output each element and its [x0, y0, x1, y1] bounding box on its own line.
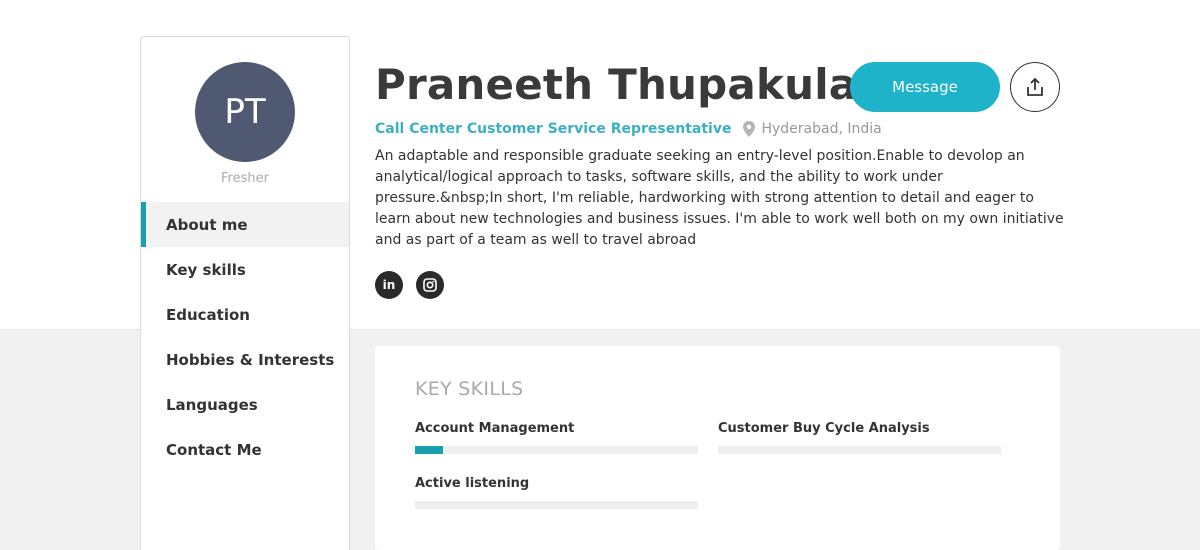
sidebar-item-label: About me — [166, 215, 248, 234]
profile-name: Praneeth Thupakula — [375, 60, 858, 109]
skill-bar — [415, 446, 698, 454]
sidebar-item-key-skills[interactable]: Key skills — [141, 247, 349, 292]
sidebar-item-hobbies[interactable]: Hobbies & Interests — [141, 337, 349, 382]
status-label: Fresher — [221, 171, 269, 186]
skill-item: Account Management — [415, 421, 698, 454]
job-title: Call Center Customer Service Representat… — [375, 121, 732, 137]
share-button[interactable] — [1010, 62, 1060, 112]
avatar: PT — [195, 62, 295, 162]
sidebar-item-label: Education — [166, 305, 250, 324]
skill-bar — [415, 501, 698, 509]
skill-item: Customer Buy Cycle Analysis — [718, 421, 1001, 454]
sidebar-item-label: Hobbies & Interests — [166, 350, 335, 369]
instagram-glyph — [423, 278, 437, 292]
skill-name: Active listening — [415, 476, 530, 491]
location-text: Hyderabad, India — [761, 121, 882, 137]
sidebar-item-label: Languages — [166, 395, 258, 414]
sidebar-item-education[interactable]: Education — [141, 292, 349, 337]
profile-sidebar: PT Fresher About me Key skills Education… — [140, 36, 350, 550]
title-row: Call Center Customer Service Representat… — [375, 121, 882, 137]
sidebar-item-label: Contact Me — [166, 440, 262, 459]
location-pin-icon — [743, 121, 756, 137]
key-skills-title: KEY SKILLS — [415, 378, 524, 400]
skill-name: Account Management — [415, 421, 575, 436]
sidebar-item-languages[interactable]: Languages — [141, 382, 349, 427]
sidebar-item-about-me[interactable]: About me — [141, 202, 349, 247]
skill-bar-fill — [415, 446, 444, 454]
skill-name: Customer Buy Cycle Analysis — [718, 421, 930, 436]
about-text: An adaptable and responsible graduate se… — [375, 148, 1064, 248]
instagram-icon[interactable] — [416, 271, 444, 299]
sidebar-nav: About me Key skills Education Hobbies & … — [141, 202, 349, 472]
linkedin-glyph: in — [382, 278, 396, 292]
key-skills-card: KEY SKILLS Account Management Customer B… — [375, 346, 1060, 550]
sidebar-item-contact[interactable]: Contact Me — [141, 427, 349, 472]
sidebar-item-label: Key skills — [166, 260, 246, 279]
message-button[interactable]: Message — [850, 62, 1000, 112]
skill-item: Active listening — [415, 476, 698, 509]
share-icon — [1025, 77, 1045, 97]
skill-bar — [718, 446, 1001, 454]
linkedin-icon[interactable]: in — [375, 271, 403, 299]
